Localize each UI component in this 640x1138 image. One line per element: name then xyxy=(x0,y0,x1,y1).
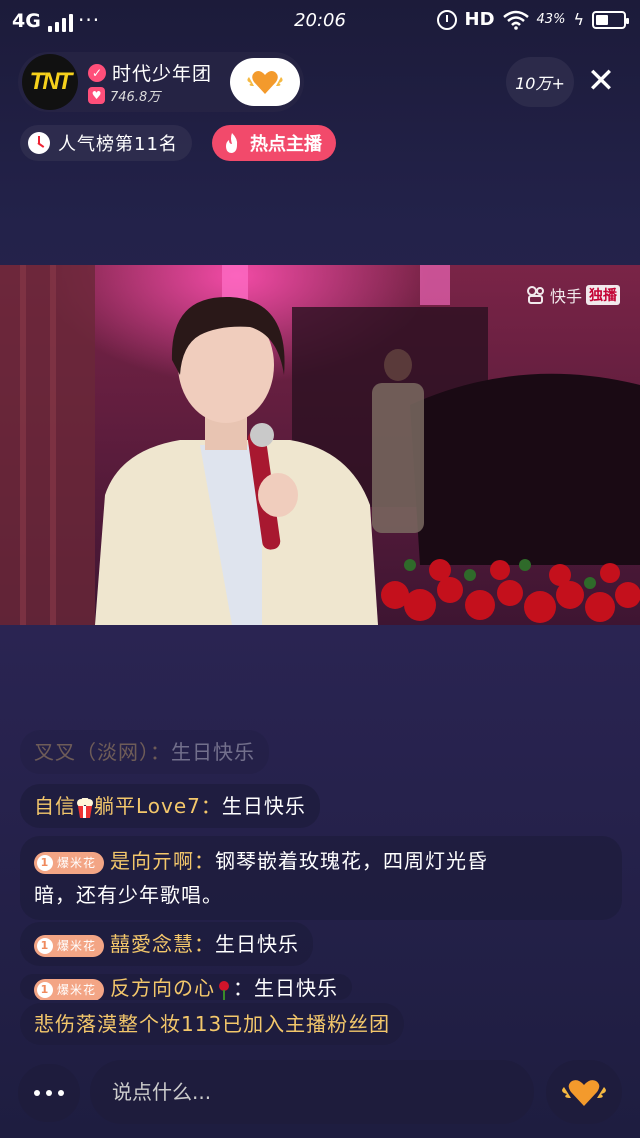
anchor-name: 时代少年团 xyxy=(112,63,213,85)
winged-heart-icon xyxy=(247,71,283,94)
wifi-icon xyxy=(502,10,529,30)
status-right: HD 43% ϟ xyxy=(436,9,629,30)
fan-badge[interactable]: 1 爆米花 xyxy=(34,978,105,1000)
chat-username[interactable]: 是向亓啊： xyxy=(110,849,215,873)
comment-input[interactable]: 说点什么... xyxy=(90,1060,534,1124)
likes-count: 746.8万 xyxy=(110,90,161,105)
chat-username[interactable]: 反方向の心 xyxy=(110,976,233,1000)
chat-message: 1 爆米花 反方向の心 ：生日快乐 xyxy=(20,974,353,1000)
watermark-tag: 独播 xyxy=(586,285,620,305)
chat-text-continued: 暗，还有少年歌唱。 xyxy=(34,883,223,907)
hot-anchor-tag[interactable]: 热点主播 xyxy=(212,125,336,161)
heart-icon: ♥ xyxy=(88,87,105,104)
watermark: 快手 独播 xyxy=(526,283,620,307)
watermark-brand: 快手 xyxy=(549,287,582,306)
chat-text: ：生日快乐 xyxy=(233,976,339,1000)
popularity-rank-tag[interactable]: 人气榜第11名 xyxy=(20,125,192,161)
kuaishou-logo-icon xyxy=(526,286,544,304)
battery-percent: 43% xyxy=(536,12,566,27)
video-frame-image xyxy=(0,265,640,625)
rose-icon xyxy=(219,980,230,1000)
chat-username[interactable]: 自信 躺平Love7： xyxy=(34,794,222,818)
status-bar: 4G ··· 20:06 HD 43% ϟ xyxy=(0,0,640,42)
chat-text: 生日快乐 xyxy=(221,794,306,818)
chat-text: 钢琴嵌着玫瑰花，四周灯光昏 xyxy=(215,849,489,873)
winged-heart-icon xyxy=(562,1080,606,1106)
alarm-icon xyxy=(436,9,457,30)
fan-badge[interactable]: 1 爆米花 xyxy=(34,934,105,957)
anchor-card[interactable]: TNT ✓ 时代少年团 ♥ 746.8万 xyxy=(18,52,304,112)
avatar-logo: TNT xyxy=(29,68,73,95)
more-options-button[interactable] xyxy=(18,1064,80,1122)
chat-message: 1 爆米花 囍愛念慧：生日快乐 xyxy=(20,922,314,966)
chat-username[interactable]: 叉叉（淡网）： xyxy=(34,740,171,764)
gift-button[interactable] xyxy=(546,1060,622,1124)
chat-username[interactable]: 囍愛念慧： xyxy=(110,932,215,956)
avatar[interactable]: TNT xyxy=(22,54,78,110)
verified-icon: ✓ xyxy=(88,63,106,82)
battery-icon xyxy=(592,10,629,29)
fan-club-join-notice: 悲伤落漠整个妆113已加入主播粉丝团 xyxy=(20,1003,405,1045)
chat-message: 叉叉（淡网）：生日快乐 xyxy=(20,730,269,774)
hot-text: 热点主播 xyxy=(250,134,322,155)
chat-text: 生日快乐 xyxy=(171,740,255,764)
charging-icon: ϟ xyxy=(573,10,584,29)
clock-icon xyxy=(28,132,50,154)
chat-text: 生日快乐 xyxy=(215,932,300,956)
flame-icon xyxy=(226,133,238,153)
hd-label: HD xyxy=(464,9,495,30)
viewer-count[interactable]: 10万+ xyxy=(506,57,574,107)
rank-text: 人气榜第11名 xyxy=(58,134,178,155)
chat-message: 1 爆米花 是向亓啊：钢琴嵌着玫瑰花，四周灯光昏 暗，还有少年歌唱。 xyxy=(20,836,622,920)
likes-row: ♥ 746.8万 xyxy=(88,86,160,105)
live-video[interactable]: 快手 独播 xyxy=(0,265,640,625)
fan-badge[interactable]: 1 爆米花 xyxy=(34,851,105,874)
chat-message: 自信 躺平Love7：生日快乐 xyxy=(20,784,320,828)
fan-club-button[interactable] xyxy=(230,58,300,106)
close-icon[interactable]: ✕ xyxy=(584,64,618,98)
popcorn-icon xyxy=(77,797,93,818)
anchor-name-row: ✓ 时代少年团 xyxy=(88,59,212,86)
